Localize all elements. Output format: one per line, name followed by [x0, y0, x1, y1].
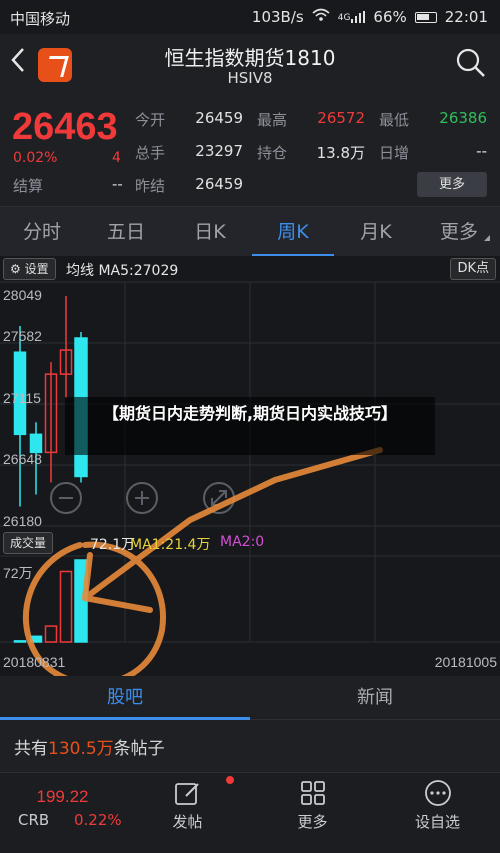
low-value: 26386 [439, 109, 487, 127]
tab-monthly-k[interactable]: 月K [334, 207, 418, 257]
volume-axis-label: 72万 [3, 565, 33, 581]
battery-percent: 66% [373, 8, 407, 26]
gear-icon: ⚙ [10, 262, 21, 276]
more-nav-button[interactable]: 更多 [250, 773, 375, 853]
crb-ticker[interactable]: 199.22 CRB 0.22% [0, 773, 125, 853]
tab-timeshare[interactable]: 分时 [0, 207, 84, 257]
open-interest-label: 持仓 [257, 144, 288, 162]
add-watchlist-icon [425, 780, 451, 806]
post-button[interactable]: 发帖 [125, 773, 250, 853]
watchlist-label: 设自选 [414, 813, 460, 831]
dk-point-button[interactable]: DK点 [450, 258, 496, 280]
y-tick-label: 26648 [3, 451, 42, 467]
wifi-icon [312, 8, 330, 26]
volume-indicator-button[interactable]: 成交量 [3, 532, 54, 554]
settle-label: 结算 [13, 177, 44, 195]
change-percent: 0.02% [13, 150, 58, 166]
clock: 22:01 [444, 8, 488, 26]
chart-settings-label: 设置 [24, 262, 49, 276]
title-bar: 恒生指数期货1810 HSIV8 [0, 34, 500, 96]
candle-body [29, 433, 43, 454]
volume-label: 总手 [135, 144, 166, 162]
posts-count: 共有130.5万条帖子 [0, 720, 500, 772]
chart-settings-button[interactable]: ⚙ 设置 [3, 258, 56, 280]
battery-icon [414, 11, 437, 23]
quote-panel: 26463 0.02% 4 结算 -- 今开 26459 最高 26572 最低… [0, 96, 500, 206]
tab-more-arrow-icon [484, 235, 490, 241]
add-watchlist-button[interactable]: 设自选 [375, 773, 500, 853]
overlay-title-banner: 【期货日内走势判断,期货日内实战技巧】 [65, 397, 435, 455]
volume-value-label: 72.1万 [90, 537, 136, 553]
high-label: 最高 [257, 111, 288, 129]
last-price: 26463 [12, 106, 118, 148]
y-tick-label: 26180 [3, 513, 42, 529]
prev-settle-label: 昨结 [135, 177, 166, 195]
tab-more[interactable]: 更多 [418, 207, 500, 257]
daily-increase-label: 日增 [379, 144, 410, 162]
tab-weekly-k[interactable]: 周K [252, 207, 334, 257]
more-label: 更多 [297, 813, 328, 831]
posts-prefix: 共有 [14, 739, 48, 759]
x-axis-end-label: 20181005 [434, 654, 497, 670]
posts-count-number: 130.5万 [48, 739, 114, 759]
page-subtitle: HSIV8 [227, 69, 273, 87]
ma-indicator-label: 均线 MA5:27029 [66, 263, 179, 279]
carrier-name: 中国移动 [10, 10, 71, 28]
posts-suffix: 条帖子 [113, 739, 165, 759]
post-label: 发帖 [172, 813, 203, 831]
crb-change-percent: 0.22% [74, 811, 122, 829]
y-tick-label: 27582 [3, 328, 42, 344]
y-tick-label: 28049 [3, 287, 42, 303]
open-label: 今开 [135, 111, 166, 129]
notification-dot [226, 776, 234, 784]
page-title: 恒生指数期货1810 [164, 46, 336, 70]
daily-increase-value: -- [476, 142, 487, 160]
prev-settle-value: 26459 [195, 175, 243, 193]
volume-ma1-label: MA1:21.4万 [130, 537, 211, 553]
search-icon[interactable] [456, 48, 486, 78]
settle-value: -- [112, 175, 123, 193]
candlestick-chart[interactable] [0, 256, 500, 676]
volume-bar [13, 640, 27, 643]
period-tabs: 分时 五日 日K 周K 月K 更多 [0, 206, 500, 257]
status-bar: 中国移动 103B/s 4G 66% 22:01 [0, 0, 500, 34]
change-value: 4 [112, 150, 121, 166]
bottom-nav: 199.22 CRB 0.22% 发帖 更多 设自选 [0, 772, 500, 853]
crb-price: 199.22 [36, 787, 89, 806]
volume-ma2-label: MA2:0 [220, 534, 265, 550]
grid-icon [301, 781, 325, 805]
volume-bar [44, 625, 58, 643]
quote-more-button[interactable]: 更多 [417, 172, 487, 197]
y-tick-label: 27115 [3, 390, 41, 406]
crb-name: CRB [18, 811, 50, 829]
high-value: 26572 [317, 109, 365, 127]
tab-forum[interactable]: 股吧 [0, 676, 250, 720]
signal-icon: 4G [338, 11, 366, 23]
low-label: 最低 [379, 111, 410, 129]
open-value: 26459 [195, 109, 243, 127]
content-tabs: 股吧 新闻 [0, 676, 500, 720]
tab-five-day[interactable]: 五日 [84, 207, 168, 257]
network-speed: 103B/s [251, 8, 304, 26]
tab-news[interactable]: 新闻 [250, 676, 500, 720]
x-axis-start-label: 20180831 [3, 654, 66, 670]
volume-bar [59, 570, 73, 643]
volume-value: 23297 [195, 142, 243, 160]
edit-icon [175, 783, 199, 805]
open-interest-value: 13.8万 [316, 144, 365, 162]
tab-daily-k[interactable]: 日K [168, 207, 252, 257]
